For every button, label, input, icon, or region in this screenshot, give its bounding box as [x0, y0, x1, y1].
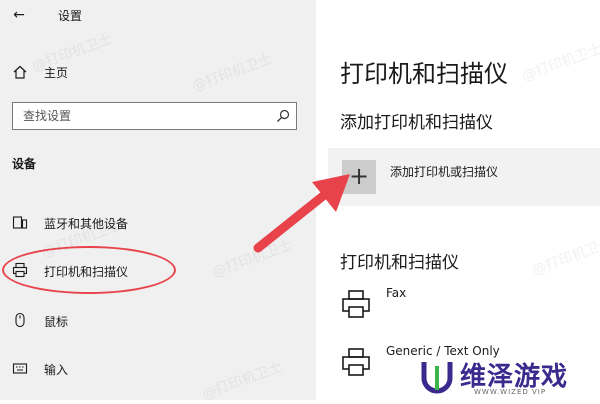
- sidebar-item-label: 蓝牙和其他设备: [44, 217, 129, 231]
- printer-icon: [12, 262, 28, 278]
- sidebar-item-label: 鼠标: [44, 315, 69, 329]
- home-icon: [13, 65, 27, 79]
- back-button[interactable]: ←: [10, 6, 28, 24]
- mouse-icon: [15, 312, 25, 328]
- sidebar-item-mouse[interactable]: 鼠标: [0, 306, 316, 334]
- window-title: 设置: [58, 9, 83, 23]
- title-bar: ← 设置: [0, 0, 316, 30]
- keyboard-icon: [12, 363, 28, 374]
- search-box[interactable]: [12, 102, 297, 130]
- bluetooth-devices-icon: [12, 216, 28, 229]
- sidebar-item-home[interactable]: 主页: [0, 58, 316, 86]
- sidebar-item-label: 输入: [44, 363, 69, 377]
- add-plus-icon: +: [342, 160, 376, 194]
- sidebar-item-bluetooth[interactable]: 蓝牙和其他设备: [0, 208, 316, 236]
- sidebar-item-label: 打印机和扫描仪: [44, 265, 129, 279]
- brand-url: WWW.WIZED VIP: [474, 388, 547, 396]
- search-input[interactable]: [13, 103, 273, 129]
- printer-icon: [342, 290, 370, 318]
- section-title-devices: 设备: [12, 157, 37, 171]
- sidebar-item-printers[interactable]: 打印机和扫描仪: [0, 256, 316, 284]
- printer-name: Fax: [386, 286, 407, 300]
- settings-sidebar: ← 设置 主页 设备 蓝牙和其他设备 打印机和扫描仪: [0, 0, 316, 400]
- add-printer-label: 添加打印机或扫描仪: [390, 165, 499, 179]
- sidebar-item-typing[interactable]: 输入: [0, 354, 316, 382]
- sidebar-item-label: 主页: [44, 66, 69, 80]
- main-content: 打印机和扫描仪 添加打印机和扫描仪 + 添加打印机或扫描仪 打印机和扫描仪 Fa…: [316, 0, 600, 400]
- brand-logo: 维泽游戏 WWW.WIZED VIP: [412, 350, 600, 400]
- brand-logo-icon: [421, 362, 453, 394]
- printer-list-title: 打印机和扫描仪: [340, 253, 459, 273]
- add-printer-button[interactable]: + 添加打印机或扫描仪: [328, 148, 600, 206]
- page-title: 打印机和扫描仪: [340, 60, 508, 88]
- add-section-title: 添加打印机和扫描仪: [340, 113, 493, 133]
- printer-icon: [342, 348, 370, 376]
- printer-item-fax[interactable]: Fax: [340, 284, 600, 324]
- search-icon[interactable]: [276, 109, 290, 123]
